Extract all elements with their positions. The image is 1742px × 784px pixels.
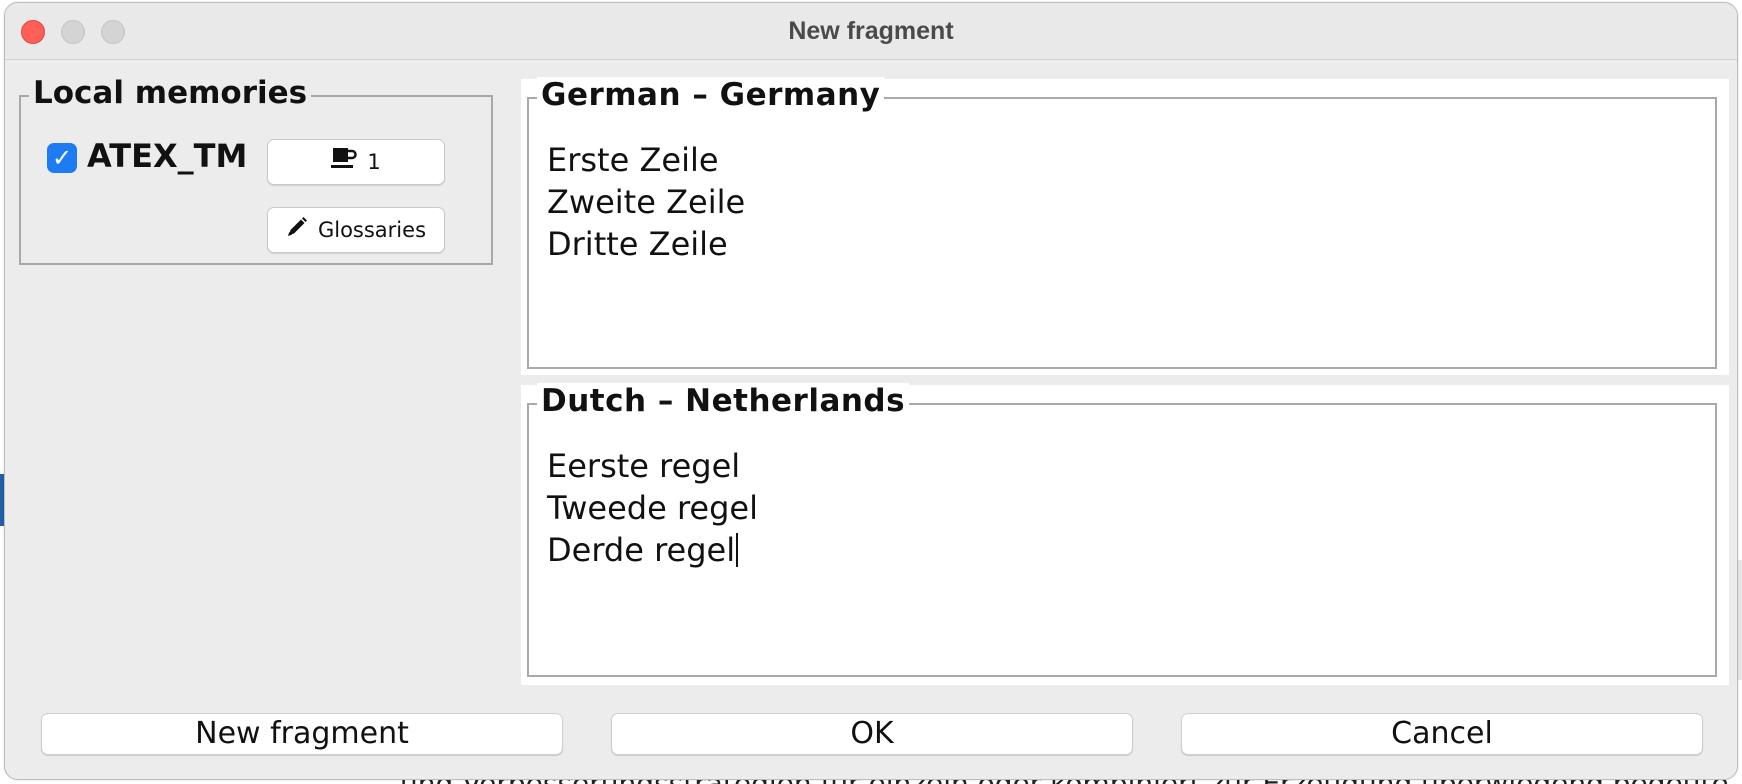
local-memories-group: Local memories ✓ ATEX_TM 1 Glossaries	[19, 75, 493, 265]
memory-count-label: 1	[367, 150, 381, 174]
glossaries-label: Glossaries	[317, 218, 427, 242]
target-text-area[interactable]: Dutch – Netherlands Eerste regel Tweede …	[527, 383, 1717, 677]
target-line-with-caret: Derde regel	[547, 529, 758, 571]
target-line: Tweede regel	[547, 489, 758, 527]
glossaries-button[interactable]: Glossaries	[267, 207, 445, 253]
text-caret	[736, 533, 739, 567]
new-fragment-button[interactable]: New fragment	[41, 713, 563, 755]
target-language-label: Dutch – Netherlands	[537, 383, 910, 419]
cancel-button[interactable]: Cancel	[1181, 713, 1703, 755]
coffee-cup-icon	[331, 141, 358, 185]
memory-count-button[interactable]: 1	[267, 139, 445, 185]
source-text-area[interactable]: German – Germany Erste Zeile Zweite Zeil…	[527, 77, 1717, 369]
local-memories-label: Local memories	[29, 75, 312, 111]
ok-button[interactable]: OK	[611, 713, 1133, 755]
target-line: Eerste regel	[547, 447, 741, 485]
target-text: Eerste regel Tweede regel Derde regel	[547, 445, 758, 571]
window-title: New fragment	[788, 17, 954, 45]
atex-tm-checkbox[interactable]: ✓	[47, 143, 77, 173]
new-fragment-dialog: New fragment Local memories ✓ ATEX_TM 1	[4, 2, 1738, 780]
title-bar: New fragment	[5, 3, 1737, 60]
source-line: Erste Zeile	[547, 141, 719, 179]
source-text: Erste Zeile Zweite Zeile Dritte Zeile	[547, 139, 745, 265]
target-line: Derde regel	[547, 531, 736, 569]
memory-name: ATEX_TM	[87, 137, 248, 175]
source-line: Dritte Zeile	[547, 225, 728, 263]
pencil-icon	[286, 209, 308, 253]
source-language-label: German – Germany	[537, 77, 885, 113]
source-line: Zweite Zeile	[547, 183, 746, 221]
